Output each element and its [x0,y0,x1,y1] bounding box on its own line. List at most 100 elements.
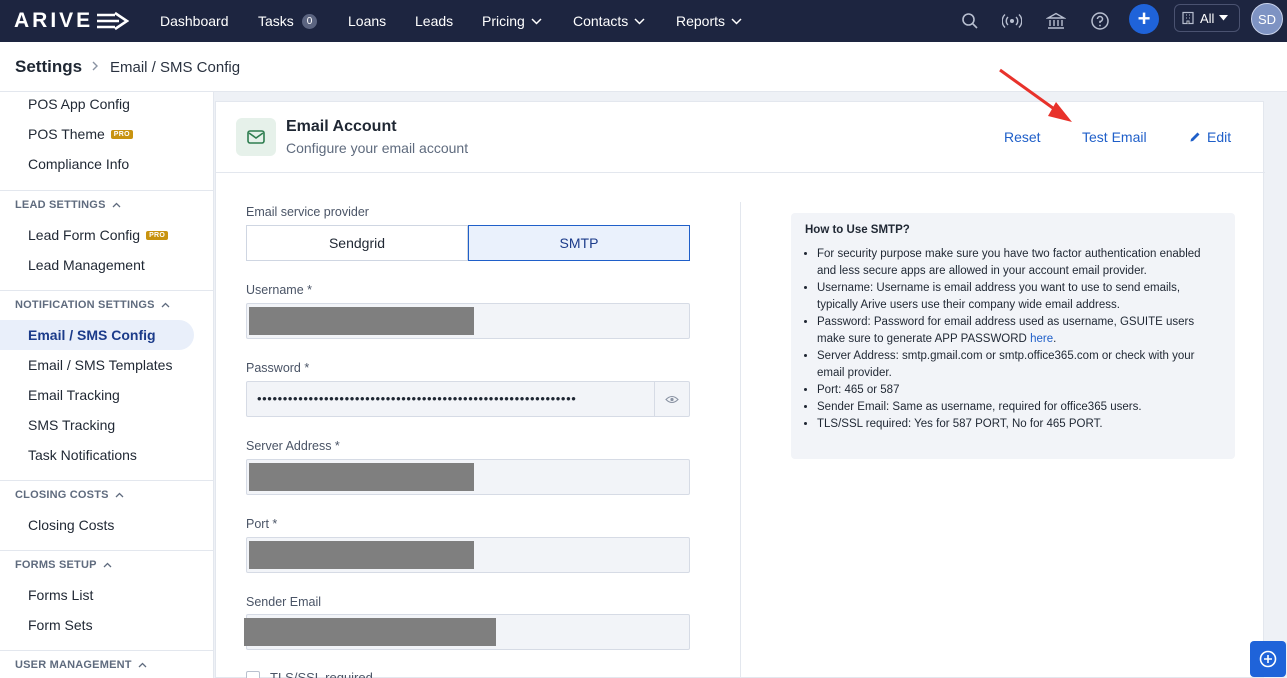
create-new-button[interactable]: + [1129,4,1159,34]
card-title: Email Account [286,118,397,135]
sidebar-item-label: Task Notifications [28,447,137,463]
sidebar-item-lead-form-config[interactable]: Lead Form Config PRO [28,227,169,243]
sidebar-item-sms-tracking[interactable]: SMS Tracking [28,417,115,433]
sidebar-item-label: Email Tracking [28,387,120,403]
sidebar-item-label: SMS Tracking [28,417,116,433]
port-field[interactable] [246,537,690,573]
breadcrumb: Settings Email / SMS Config [0,42,1287,92]
edit-button[interactable]: Edit [1189,129,1231,145]
username-label: Username * [246,283,312,297]
column-divider [740,202,741,678]
chevron-down-icon [634,17,645,25]
help-icon[interactable] [1087,8,1113,34]
sidebar-item-label: Form Sets [28,617,93,633]
test-email-button[interactable]: Test Email [1082,129,1147,145]
broadcast-icon[interactable] [999,8,1025,34]
sidebar-item-label: Compliance Info [28,156,130,172]
breadcrumb-root[interactable]: Settings [15,57,82,77]
sidebar-item-pos-app-config[interactable]: POS App Config [28,96,130,112]
sidebar-item-forms-list[interactable]: Forms List [28,587,93,603]
server-address-field[interactable] [246,459,690,495]
password-value: ••••••••••••••••••••••••••••••••••••••••… [257,391,577,406]
sidebar-item-label: Email / SMS Templates [28,357,173,373]
sidebar-item-email-sms-templates[interactable]: Email / SMS Templates [28,357,172,373]
chevron-up-icon [103,562,112,568]
eye-icon[interactable] [654,382,689,416]
sender-email-field[interactable] [244,614,690,650]
pencil-icon [1190,132,1200,142]
settings-sidebar: POS App Config POS Theme PRO Compliance … [0,92,214,678]
scope-select[interactable]: All [1174,4,1240,32]
sidebar-divider [0,190,213,191]
sidebar-item-lead-management[interactable]: Lead Management [28,257,145,273]
chevron-up-icon [112,202,121,208]
nav-leads[interactable]: Leads [415,0,453,42]
pro-badge: PRO [146,230,169,240]
floating-action-button[interactable] [1250,641,1286,677]
chevron-right-icon [91,59,99,75]
chevron-up-icon [161,302,170,308]
building-icon [1182,11,1194,25]
sidebar-item-label: Forms List [28,587,94,603]
sidebar-item-pos-theme[interactable]: POS Theme PRO [28,126,133,142]
nav-contacts[interactable]: Contacts [573,0,645,42]
section-user-management[interactable]: USER MANAGEMENT [15,659,147,671]
help-list: For security purpose make sure you have … [805,246,1221,433]
sidebar-item-email-tracking[interactable]: Email Tracking [28,387,120,403]
help-item: Username: Username is email address you … [817,280,1221,314]
smtp-help-box: How to Use SMTP? For security purpose ma… [791,213,1235,459]
sidebar-divider [0,650,213,651]
nav-leads-label: Leads [415,13,454,29]
chevron-down-icon [531,17,542,25]
plus-circle-icon [1259,650,1277,668]
sidebar-item-email-sms-config[interactable]: Email / SMS Config [0,320,194,350]
sidebar-item-label: POS App Config [28,96,130,112]
help-item: Password: Password for email address use… [817,314,1221,348]
sidebar-item-compliance-info[interactable]: Compliance Info [28,156,129,172]
top-navbar: ARIVE Dashboard Tasks 0 Loans Leads Pric… [0,0,1287,42]
provider-smtp-option[interactable]: SMTP [468,225,690,261]
sidebar-item-task-notifications[interactable]: Task Notifications [28,447,137,463]
provider-sendgrid-option[interactable]: Sendgrid [246,225,468,261]
help-item: For security purpose make sure you have … [817,246,1221,280]
breadcrumb-current: Email / SMS Config [110,59,241,76]
tls-row: TLS/SSL required [246,670,373,678]
nav-tasks[interactable]: Tasks 0 [258,0,318,42]
sidebar-item-closing-costs[interactable]: Closing Costs [28,517,114,533]
app-password-link[interactable]: here [1030,333,1053,345]
user-avatar[interactable]: SD [1251,3,1283,35]
redacted-value [249,307,474,335]
help-item: TLS/SSL required: Yes for 587 PORT, No f… [817,416,1221,433]
provider-label: Email service provider [246,205,369,219]
sidebar-item-form-sets[interactable]: Form Sets [28,617,93,633]
sidebar-item-label: Lead Form Config [28,227,141,243]
tls-label: TLS/SSL required [270,670,373,678]
section-title: NOTIFICATION SETTINGS [15,299,155,311]
tls-checkbox[interactable] [246,670,260,678]
section-notification-settings[interactable]: NOTIFICATION SETTINGS [15,299,170,311]
help-item-text: Password: Password for email address use… [817,316,1195,345]
search-icon[interactable] [957,8,983,34]
nav-reports[interactable]: Reports [676,0,742,42]
nav-dashboard[interactable]: Dashboard [160,0,229,42]
nav-dashboard-label: Dashboard [160,13,229,29]
nav-loans[interactable]: Loans [348,0,386,42]
scope-select-value: All [1200,10,1215,26]
chevron-up-icon [115,492,124,498]
help-item: Server Address: smtp.gmail.com or smtp.o… [817,348,1221,382]
section-closing-costs[interactable]: CLOSING COSTS [15,489,124,501]
sender-email-label: Sender Email [246,595,322,609]
section-lead-settings[interactable]: LEAD SETTINGS [15,199,121,211]
reset-button[interactable]: Reset [1004,129,1041,145]
section-forms-setup[interactable]: FORMS SETUP [15,559,112,571]
redacted-value [244,618,496,646]
sidebar-divider [0,480,213,481]
chevron-up-icon [138,662,147,668]
bank-icon[interactable] [1043,8,1069,34]
password-field[interactable]: ••••••••••••••••••••••••••••••••••••••••… [246,381,690,417]
username-field[interactable] [246,303,690,339]
nav-loans-label: Loans [348,13,387,29]
nav-pricing[interactable]: Pricing [482,0,542,42]
arive-logo[interactable]: ARIVE [14,9,130,33]
server-address-label: Server Address * [246,439,340,453]
